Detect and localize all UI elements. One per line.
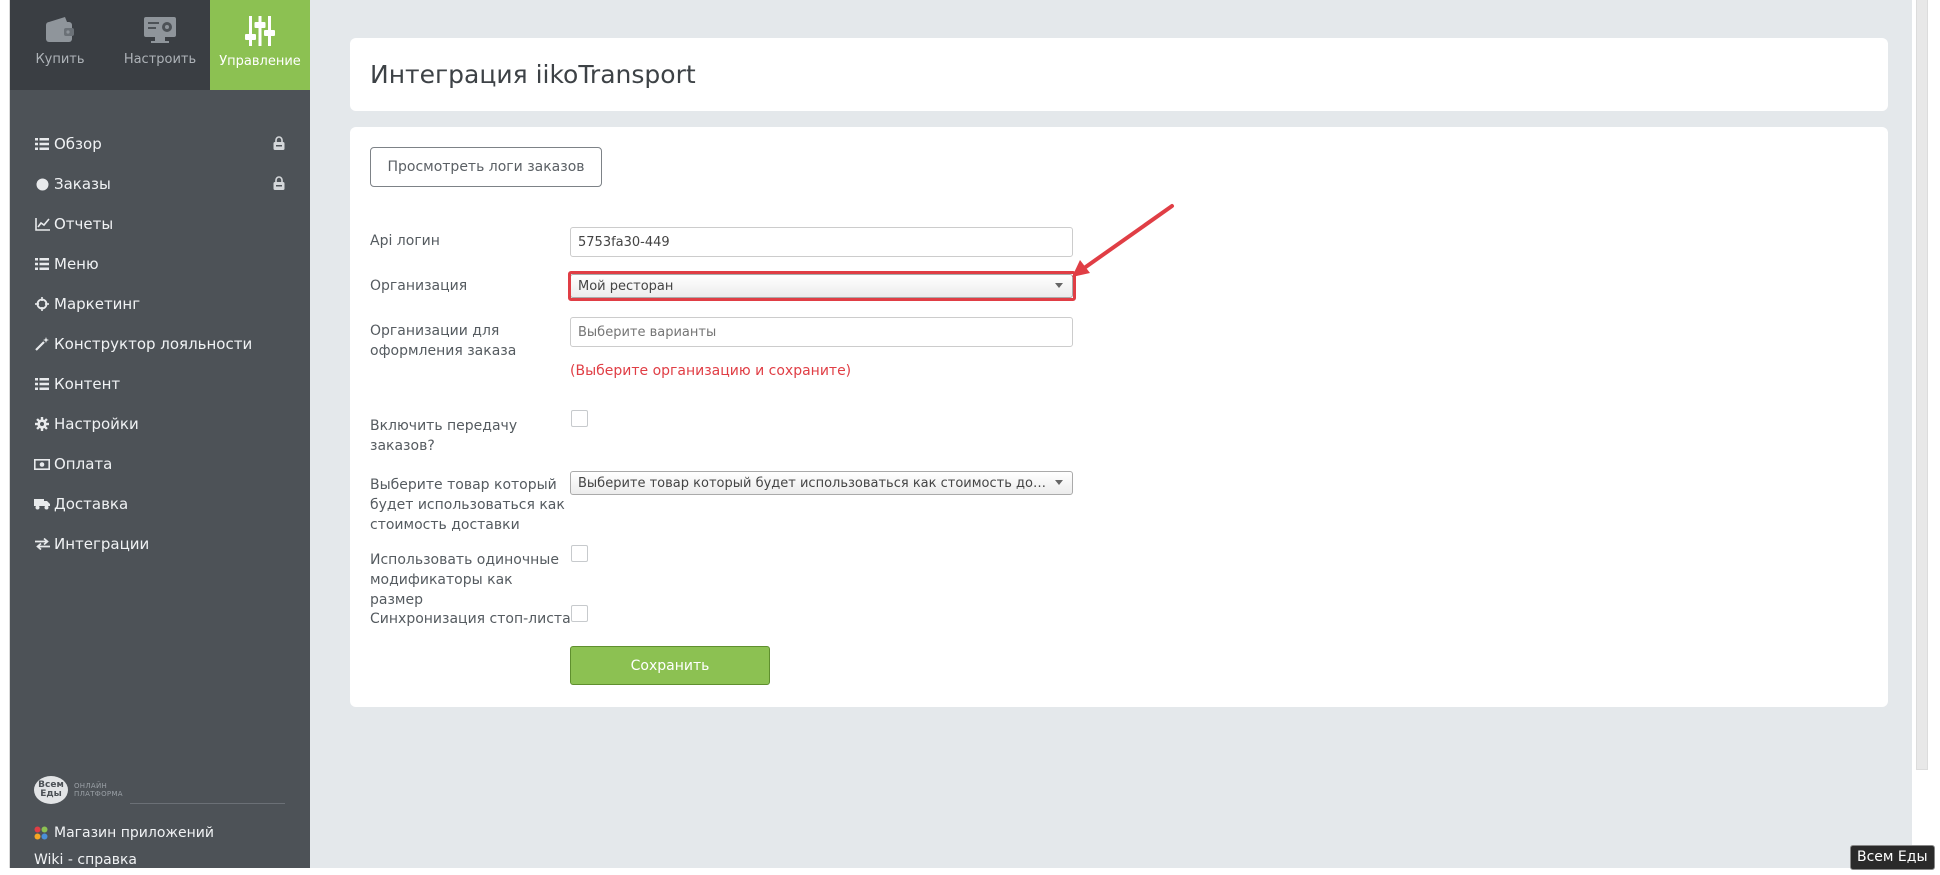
red-arrow-annotation bbox=[1072, 204, 1174, 277]
sidebar-item-orders[interactable]: Заказы bbox=[10, 164, 310, 204]
truck-icon bbox=[34, 496, 50, 512]
sidebar-item-menu[interactable]: Меню bbox=[10, 244, 310, 284]
app-store-label: Магазин приложений bbox=[54, 825, 214, 841]
sidebar-item-marketing[interactable]: Маркетинг bbox=[10, 284, 310, 324]
highlight-box bbox=[568, 271, 1076, 301]
organization-label: Организация bbox=[370, 278, 468, 294]
order-organizations-multiselect[interactable] bbox=[570, 317, 1073, 347]
sidebar-item-label: Интеграции bbox=[54, 535, 150, 553]
delivery-product-select-value: Выберите товар который будет использоват… bbox=[578, 475, 1048, 491]
sliders-icon bbox=[245, 16, 275, 46]
nav-manage-label: Управление bbox=[219, 54, 301, 69]
list-icon bbox=[34, 256, 50, 272]
apps-dots-icon bbox=[34, 826, 48, 840]
wiki-link[interactable]: Wiki - справка bbox=[34, 852, 137, 868]
sidebar-item-reports[interactable]: Отчеты bbox=[10, 204, 310, 244]
brand-logo-mark: Всем Еды bbox=[34, 776, 68, 804]
list-icon bbox=[34, 376, 50, 392]
sidebar-item-label: Контент bbox=[54, 375, 121, 393]
sidebar-item-settings[interactable]: Настройки bbox=[10, 404, 310, 444]
single-modifiers-label: Использовать одиночные модификаторы как … bbox=[370, 552, 559, 608]
page-scrollbar[interactable] bbox=[1912, 0, 1940, 868]
enable-transfer-label: Включить передачу заказов? bbox=[370, 418, 518, 454]
app-store-link[interactable]: Магазин приложений bbox=[34, 825, 214, 841]
list-icon bbox=[34, 136, 50, 152]
order-organizations-label: Организации для оформления заказа bbox=[370, 323, 517, 359]
sidebar-item-label: Заказы bbox=[54, 175, 111, 193]
exchange-icon bbox=[34, 536, 50, 552]
sidebar-item-label: Оплата bbox=[54, 455, 113, 473]
sidebar: Купить Настроить Управление Обзор Заказы… bbox=[10, 0, 310, 868]
sidebar-item-integrations[interactable]: Интеграции bbox=[10, 524, 310, 564]
monitor-settings-icon bbox=[144, 17, 176, 43]
sidebar-item-label: Отчеты bbox=[54, 215, 114, 233]
api-login-label: Api логин bbox=[370, 233, 440, 249]
brand-logo[interactable]: Всем Еды ОНЛАЙН ПЛАТФОРМА bbox=[34, 776, 126, 804]
window-edge bbox=[0, 0, 10, 868]
lock-icon bbox=[273, 136, 285, 150]
save-button[interactable]: Сохранить bbox=[570, 646, 770, 685]
delivery-product-select[interactable]: Выберите товар который будет использоват… bbox=[570, 471, 1073, 495]
sidebar-item-overview[interactable]: Обзор bbox=[10, 124, 310, 164]
stoplist-sync-label: Синхронизация стоп-листа bbox=[370, 611, 571, 627]
validation-hint: (Выберите организацию и сохраните) bbox=[570, 363, 852, 379]
sidebar-item-label: Маркетинг bbox=[54, 295, 141, 313]
stoplist-sync-checkbox[interactable] bbox=[571, 605, 588, 622]
nav-manage[interactable]: Управление bbox=[210, 0, 310, 90]
sidebar-item-delivery[interactable]: Доставка bbox=[10, 484, 310, 524]
top-nav: Купить Настроить Управление bbox=[10, 0, 310, 90]
nav-configure-label: Настроить bbox=[123, 52, 197, 67]
brand-tagline: ОНЛАЙН ПЛАТФОРМА bbox=[74, 782, 123, 798]
single-modifiers-checkbox[interactable] bbox=[571, 545, 588, 562]
page-title: Интеграция iikoTransport bbox=[370, 60, 696, 89]
scrollbar-thumb[interactable] bbox=[1916, 0, 1928, 770]
view-order-logs-button[interactable]: Просмотреть логи заказов bbox=[370, 147, 602, 187]
chevron-down-icon bbox=[1055, 480, 1063, 485]
sidebar-item-label: Доставка bbox=[54, 495, 129, 513]
magic-wand-icon bbox=[34, 336, 50, 352]
nav-configure[interactable]: Настроить bbox=[110, 0, 210, 90]
nav-buy[interactable]: Купить bbox=[10, 0, 110, 90]
nav-buy-label: Купить bbox=[35, 52, 85, 67]
sidebar-item-label: Настройки bbox=[54, 415, 139, 433]
wallet-icon bbox=[46, 17, 74, 42]
sidebar-item-label: Обзор bbox=[54, 135, 102, 153]
sidebar-item-label: Конструктор лояльности bbox=[54, 335, 253, 353]
gear-icon bbox=[34, 416, 50, 432]
page-header-card: Интеграция iikoTransport bbox=[350, 38, 1888, 111]
delivery-product-label: Выберите товар который будет использоват… bbox=[370, 477, 565, 533]
tooltip: Всем Еды bbox=[1850, 845, 1935, 870]
sidebar-item-loyalty-builder[interactable]: Конструктор лояльности bbox=[10, 324, 310, 364]
sidebar-item-content[interactable]: Контент bbox=[10, 364, 310, 404]
sidebar-menu: Обзор Заказы Отчеты Меню Маркетинг Конст… bbox=[10, 124, 310, 564]
circle-icon bbox=[34, 176, 50, 192]
api-login-input[interactable] bbox=[570, 227, 1073, 257]
enable-transfer-checkbox[interactable] bbox=[571, 410, 588, 427]
crosshair-icon bbox=[34, 296, 50, 312]
chart-line-icon bbox=[34, 216, 50, 232]
brand-divider bbox=[130, 803, 285, 804]
lock-icon bbox=[273, 176, 285, 190]
sidebar-item-payment[interactable]: Оплата bbox=[10, 444, 310, 484]
sidebar-item-label: Меню bbox=[54, 255, 99, 273]
money-icon bbox=[34, 456, 50, 472]
